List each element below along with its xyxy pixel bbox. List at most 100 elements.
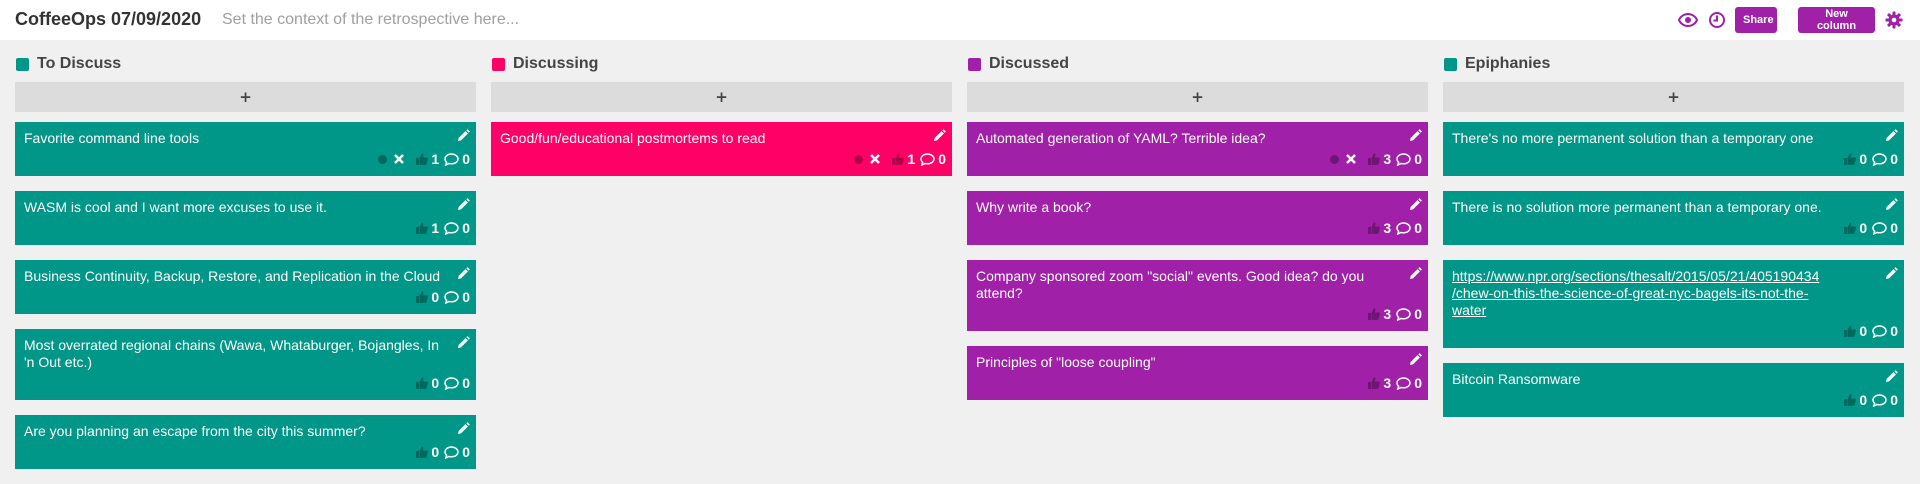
card-footer: 10	[500, 150, 946, 168]
pencil-icon[interactable]	[1884, 198, 1898, 212]
pencil-icon[interactable]	[456, 422, 470, 436]
card[interactable]: Business Continuity, Backup, Restore, an…	[15, 260, 476, 314]
card[interactable]: https://www.npr.org/sections/thesalt/201…	[1443, 260, 1904, 348]
speech-bubble-icon[interactable]	[1872, 393, 1887, 407]
pencil-icon[interactable]	[1408, 129, 1422, 143]
thumbs-up-icon[interactable]	[415, 152, 429, 166]
pencil-icon[interactable]	[456, 267, 470, 281]
comment-count: 0	[462, 151, 470, 167]
pencil-icon[interactable]	[456, 129, 470, 143]
pencil-icon[interactable]	[1884, 370, 1898, 384]
thumbs-up-icon[interactable]	[1843, 393, 1857, 407]
card[interactable]: Why write a book? 3 0	[967, 191, 1428, 245]
vote-count: 3	[1383, 151, 1392, 167]
speech-bubble-icon[interactable]	[1396, 307, 1411, 321]
card-footer: 00	[24, 374, 470, 392]
pencil-icon[interactable]	[932, 129, 946, 143]
comment-count: 0	[1890, 151, 1898, 167]
add-card-button[interactable]: +	[1443, 82, 1904, 112]
eye-icon[interactable]	[1678, 10, 1698, 30]
speech-bubble-icon[interactable]	[1872, 324, 1887, 338]
pencil-icon[interactable]	[1884, 267, 1898, 281]
comment-count: 0	[462, 444, 470, 460]
clock-icon[interactable]	[1707, 10, 1727, 30]
thumbs-up-icon[interactable]	[1367, 152, 1381, 166]
vote-count: 0	[1859, 220, 1868, 236]
share-button[interactable]: Share	[1735, 7, 1777, 33]
thumbs-up-icon[interactable]	[415, 376, 429, 390]
thumbs-up-icon[interactable]	[1843, 152, 1857, 166]
vote-count: 0	[431, 289, 440, 305]
x-icon[interactable]	[1345, 153, 1357, 165]
thumbs-up-icon[interactable]	[1843, 221, 1857, 235]
vote-count: 0	[1859, 392, 1868, 408]
speech-bubble-icon[interactable]	[444, 152, 459, 166]
speech-bubble-icon[interactable]	[1396, 221, 1411, 235]
comment-count: 0	[1890, 323, 1898, 339]
card[interactable]: WASM is cool and I want more excuses to …	[15, 191, 476, 245]
vote-count: 1	[431, 151, 440, 167]
card-link[interactable]: https://www.npr.org/sections/thesalt/201…	[1452, 268, 1874, 319]
card[interactable]: There is no solution more permanent than…	[1443, 191, 1904, 245]
thumbs-up-icon[interactable]	[415, 445, 429, 459]
column-to-discuss: To Discuss + Favorite command line tools 1 0…	[15, 54, 476, 484]
card-link-line[interactable]: https://www.npr.org/sections/thesalt/201…	[1452, 268, 1874, 285]
thumbs-up-icon[interactable]	[415, 290, 429, 304]
card[interactable]: Are you planning an escape from the city…	[15, 415, 476, 469]
speech-bubble-icon[interactable]	[1396, 376, 1411, 390]
speech-bubble-icon[interactable]	[920, 152, 935, 166]
speech-bubble-icon[interactable]	[444, 376, 459, 390]
thumbs-up-icon[interactable]	[891, 152, 905, 166]
card-footer: 30	[976, 219, 1422, 237]
card-footer: 00	[1452, 391, 1898, 409]
speech-bubble-icon[interactable]	[444, 290, 459, 304]
speech-bubble-icon[interactable]	[444, 221, 459, 235]
card[interactable]: Good/fun/educational postmortems to read…	[491, 122, 952, 176]
speech-bubble-icon[interactable]	[1872, 221, 1887, 235]
speech-bubble-icon[interactable]	[444, 445, 459, 459]
card[interactable]: Company sponsored zoom "social" events. …	[967, 260, 1428, 331]
pencil-icon[interactable]	[1884, 129, 1898, 143]
comment-count: 0	[1414, 220, 1422, 236]
card-link-line[interactable]: /chew-on-this-the-science-of-great-nyc-b…	[1452, 285, 1874, 302]
board-title: CoffeeOps 07/09/2020	[15, 9, 202, 29]
column-header: Discussed	[967, 54, 1428, 74]
speech-bubble-icon[interactable]	[1872, 152, 1887, 166]
comment-count: 0	[462, 289, 470, 305]
add-card-button[interactable]: +	[15, 82, 476, 112]
thumbs-up-icon[interactable]	[415, 221, 429, 235]
pencil-icon[interactable]	[456, 198, 470, 212]
card-text: Are you planning an escape from the city…	[24, 423, 366, 439]
card[interactable]: Principles of "loose coupling" 3 0	[967, 346, 1428, 400]
context-input[interactable]	[222, 6, 1122, 34]
card[interactable]: Favorite command line tools 1 0	[15, 122, 476, 176]
add-card-button[interactable]: +	[491, 82, 952, 112]
vote-indicator-dot	[854, 154, 864, 164]
pencil-icon[interactable]	[456, 336, 470, 350]
vote-count: 3	[1383, 220, 1392, 236]
x-icon[interactable]	[393, 153, 405, 165]
add-card-button[interactable]: +	[967, 82, 1428, 112]
thumbs-up-icon[interactable]	[1367, 376, 1381, 390]
card[interactable]: There's no more permanent solution than …	[1443, 122, 1904, 176]
column-title: Discussed	[989, 55, 1070, 72]
comment-count: 0	[1414, 151, 1422, 167]
card-footer: 10	[24, 219, 470, 237]
card[interactable]: Most overrated regional chains (Wawa, Wh…	[15, 329, 476, 400]
comment-count: 0	[1414, 306, 1422, 322]
card-link-line[interactable]: water	[1452, 302, 1874, 319]
x-icon[interactable]	[869, 153, 881, 165]
thumbs-up-icon[interactable]	[1367, 221, 1381, 235]
vote-count: 3	[1383, 375, 1392, 391]
card[interactable]: Bitcoin Ransomware 0 0	[1443, 363, 1904, 417]
card-text: Bitcoin Ransomware	[1452, 371, 1581, 387]
card[interactable]: Automated generation of YAML? Terrible i…	[967, 122, 1428, 176]
pencil-icon[interactable]	[1408, 267, 1422, 281]
new-column-button[interactable]: New column	[1798, 7, 1875, 33]
pencil-icon[interactable]	[1408, 198, 1422, 212]
gear-icon[interactable]	[1884, 10, 1904, 30]
speech-bubble-icon[interactable]	[1396, 152, 1411, 166]
pencil-icon[interactable]	[1408, 353, 1422, 367]
thumbs-up-icon[interactable]	[1367, 307, 1381, 321]
thumbs-up-icon[interactable]	[1843, 324, 1857, 338]
